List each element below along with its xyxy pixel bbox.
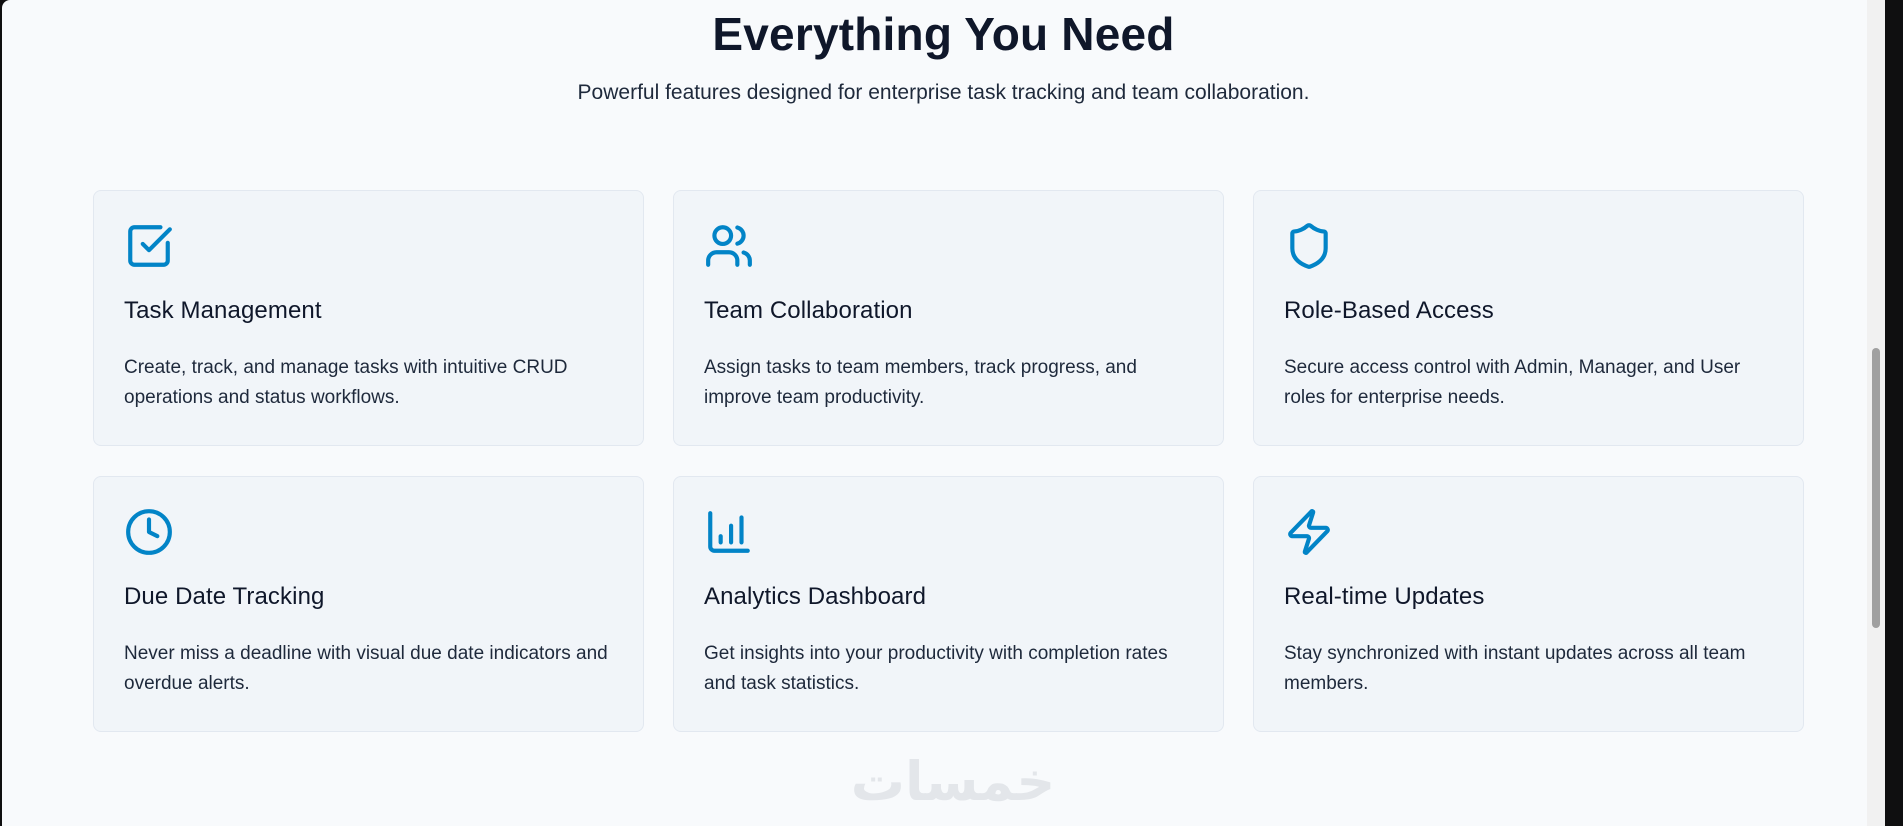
vertical-scrollbar[interactable] [1867, 0, 1885, 826]
feature-title: Role-Based Access [1284, 297, 1494, 324]
feature-description: Create, track, and manage tasks with int… [124, 357, 568, 408]
section-title: Everything You Need [712, 8, 1175, 60]
users-icon [704, 221, 754, 271]
feature-card-team-collaboration: Team Collaboration Assign tasks to team … [673, 190, 1224, 446]
feature-card-role-based-access: Role-Based Access Secure access control … [1253, 190, 1804, 446]
feature-card-analytics-dashboard: Analytics Dashboard Get insights into yo… [673, 476, 1224, 732]
bar-chart-icon [704, 507, 754, 557]
features-grid: Task Management Create, track, and manag… [93, 190, 1805, 732]
watermark-logo: خمسات [850, 750, 1056, 813]
feature-title: Analytics Dashboard [704, 583, 927, 610]
feature-title: Due Date Tracking [124, 583, 325, 610]
feature-title: Real-time Updates [1284, 583, 1485, 610]
lightning-icon [1284, 507, 1334, 557]
clock-icon [124, 507, 174, 557]
feature-description: Secure access control with Admin, Manage… [1284, 357, 1741, 408]
shield-icon [1284, 221, 1334, 271]
section-subtitle: Powerful features designed for enterpris… [577, 81, 1310, 104]
feature-description: Assign tasks to team members, track prog… [704, 357, 1137, 408]
check-square-icon [124, 221, 174, 271]
feature-card-real-time-updates: Real-time Updates Stay synchronized with… [1253, 476, 1804, 732]
feature-description: Stay synchronized with instant updates a… [1284, 643, 1746, 694]
feature-card-task-management: Task Management Create, track, and manag… [93, 190, 644, 446]
scrollbar-thumb[interactable] [1872, 348, 1880, 628]
feature-title: Team Collaboration [704, 297, 913, 324]
feature-description: Get insights into your productivity with… [704, 643, 1168, 694]
feature-description: Never miss a deadline with visual due da… [124, 643, 608, 694]
feature-card-due-date-tracking: Due Date Tracking Never miss a deadline … [93, 476, 644, 732]
feature-title: Task Management [124, 297, 322, 324]
page-viewport: Everything You Need Powerful features de… [2, 0, 1885, 826]
